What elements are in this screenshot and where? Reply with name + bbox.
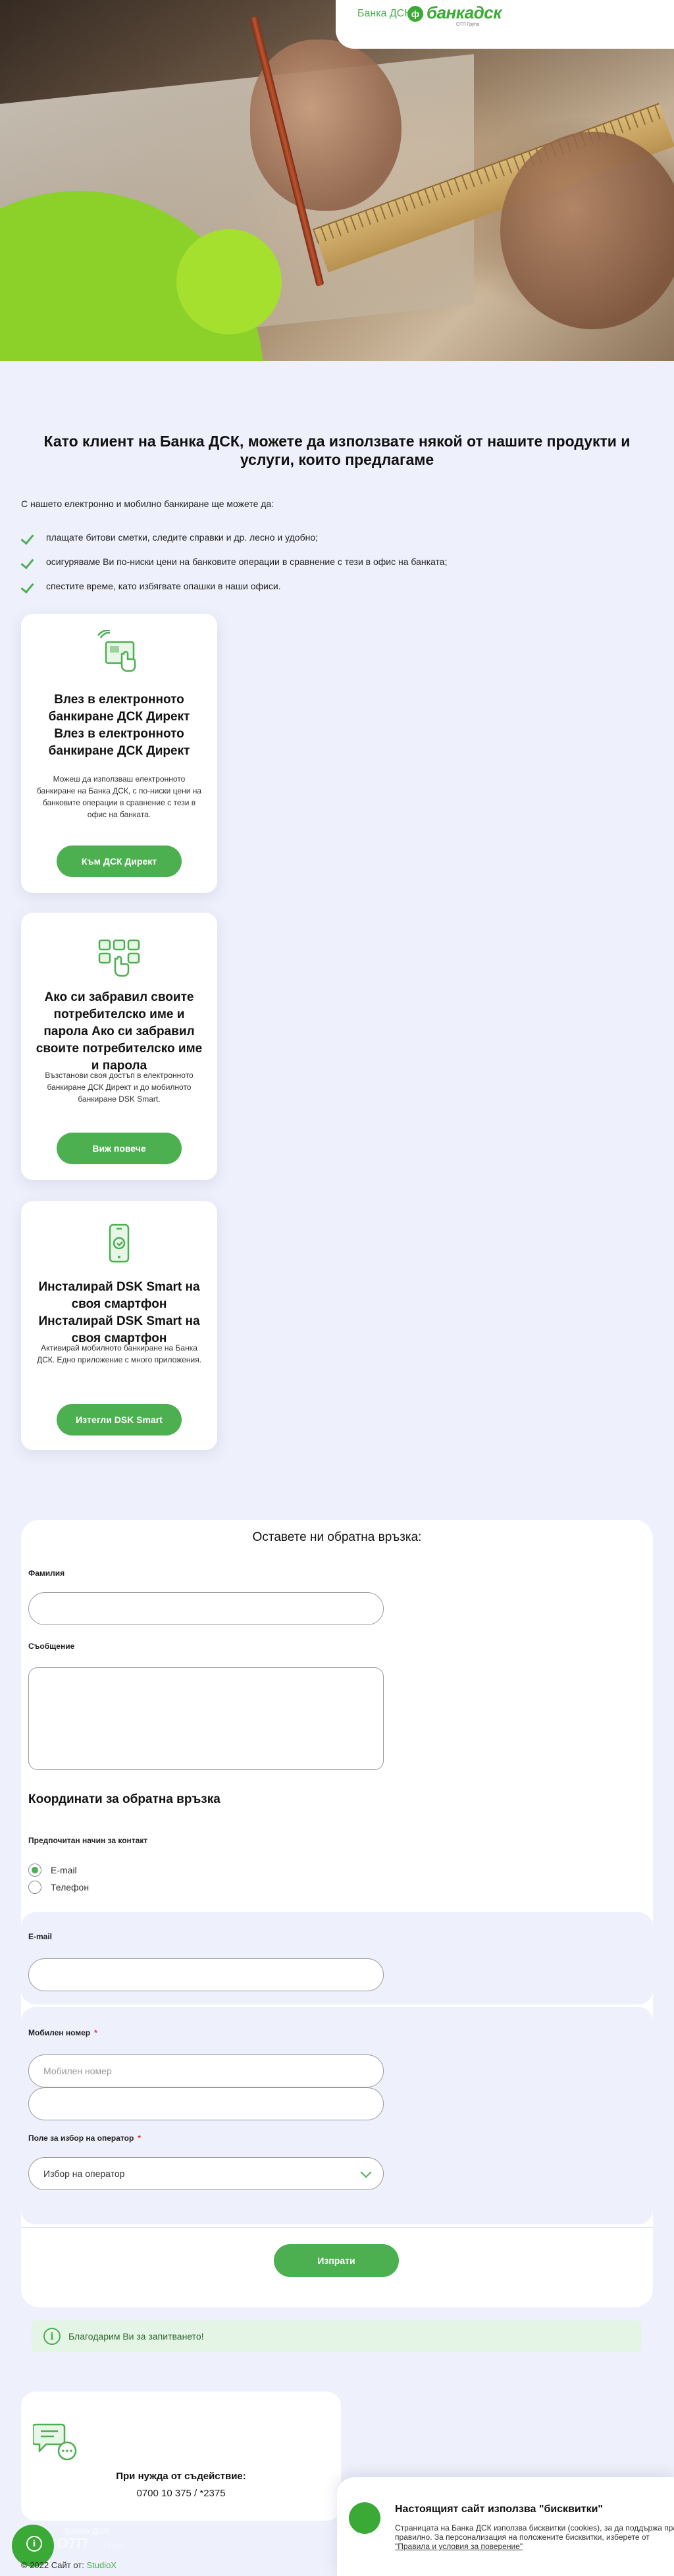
card-description: Възстанови своя достъп в електронното ба…: [45, 1071, 194, 1104]
operator-label: Поле за избор на оператор *: [28, 2133, 141, 2143]
check-icon: [21, 532, 36, 543]
radio-email[interactable]: E-mail: [28, 1864, 77, 1877]
surname-label: Фамилия: [28, 1569, 65, 1578]
info-icon[interactable]: i: [26, 2536, 42, 2552]
radio-phone[interactable]: Телефон: [28, 1881, 89, 1894]
email-label: E-mail: [28, 1932, 53, 1941]
cookie-icon: [349, 2502, 380, 2534]
help-title: При нужда от съдействие:: [116, 2471, 246, 2482]
download-dsk-smart-button[interactable]: Изтегли DSK Smart: [57, 1404, 182, 1436]
surname-field[interactable]: [28, 1592, 384, 1625]
chevron-down-icon: [360, 2166, 372, 2178]
card-dsk-direct: Влез в електронното банкиране ДСК Директ…: [21, 614, 217, 893]
benefit-text: спестите време, като избягвате опашки в …: [46, 581, 281, 591]
intro-lead: С нашето електронно и мобилно банкиране …: [21, 498, 274, 509]
radio-button-checked[interactable]: [28, 1864, 41, 1877]
radio-label: E-mail: [51, 1865, 77, 1875]
benefit-text: осигуряваме Ви по-ниски цени на банковит…: [46, 556, 448, 567]
cookie-text: Страницата на Банка ДСК използва бисквит…: [395, 2523, 674, 2551]
card-title: Влез в електронното банкиране ДСК Директ…: [48, 693, 190, 758]
intro-title: Като клиент на Банка ДСК, можете да изпо…: [43, 433, 631, 468]
email-field[interactable]: [28, 1958, 384, 1991]
check-icon: [21, 556, 36, 567]
password-keypad-icon: [98, 939, 140, 977]
benefit-item: плащате битови сметки, следите справки и…: [21, 532, 318, 543]
benefit-item: спестите време, като избягвате опашки в …: [21, 581, 281, 591]
chat-bubbles-icon: [33, 2423, 77, 2461]
cookie-policy-link[interactable]: "Правила и условия за поверение": [395, 2542, 523, 2551]
form-title: Оставете ни обратна връзка:: [252, 1530, 422, 1544]
banka-dsk-logo[interactable]: банкадск: [427, 3, 502, 23]
brand-label[interactable]: Банка ДСК: [357, 8, 411, 20]
cookie-title: Настоящият сайт използва "бисквитки": [395, 2504, 603, 2515]
help-phone[interactable]: 0700 10 375 / *2375: [21, 2488, 341, 2499]
message-label: Съобщение: [28, 1642, 75, 1651]
benefit-item: осигуряваме Ви по-ниски цени на банковит…: [21, 556, 447, 567]
logo-subtitle: ОТП Група: [456, 22, 480, 27]
mobile-number-field[interactable]: [28, 2054, 384, 2087]
footer-copyright: © 2022 Сайт от: StudioX: [21, 2560, 117, 2570]
card-dsk-smart: Инсталирай DSK Smart на своя смартфон Ин…: [21, 1201, 217, 1450]
benefit-text: плащате битови сметки, следите справки и…: [46, 532, 318, 543]
card-title: Инсталирай DSK Smart на своя смартфон Ин…: [38, 1280, 200, 1345]
hero-image: [0, 0, 674, 361]
radio-label: Телефон: [51, 1882, 90, 1892]
operator-selected-value: Избор на оператор: [43, 2168, 125, 2179]
operator-select[interactable]: Избор на оператор: [28, 2157, 384, 2190]
card-description: Можеш да използваш електронното банкиран…: [36, 774, 202, 819]
see-more-button[interactable]: Виж повече: [57, 1133, 182, 1164]
footer-logo-sub: Група: [104, 2542, 123, 2550]
decor-circle-small: [176, 229, 282, 335]
touch-screen-icon: [97, 630, 136, 672]
smartphone-icon: [109, 1223, 130, 1263]
preferred-contact-label: Предпочитан начин за контакт: [28, 1836, 148, 1845]
card-forgot-credentials: Ако си забравил своите потребителско име…: [21, 913, 217, 1180]
mobile-label: Мобилен номер *: [28, 2028, 97, 2037]
card-description: Активирай мобилното банкиране на Банка Д…: [36, 1343, 202, 1364]
message-textarea[interactable]: [28, 1667, 384, 1770]
hero-hand-right: [500, 132, 674, 329]
contacts-heading: Координати за обратна връзка: [28, 1792, 220, 1806]
footer-brand: Банка ДСК: [65, 2526, 110, 2536]
check-icon: [21, 581, 36, 591]
submit-button[interactable]: Изпрати: [274, 2244, 399, 2277]
radio-button[interactable]: [28, 1881, 41, 1894]
success-message: i Благодарим Ви за запитването!: [32, 2321, 641, 2352]
success-text: Благодарим Ви за запитването!: [68, 2331, 204, 2342]
dsk-logo-icon: ф: [407, 6, 423, 22]
to-dsk-direct-button[interactable]: Към ДСК Директ: [57, 845, 182, 877]
mobile-number-confirm-field[interactable]: [28, 2087, 384, 2120]
studio-link[interactable]: StudioX: [86, 2560, 117, 2570]
footer-logo: ОТП: [57, 2535, 88, 2552]
info-icon: i: [43, 2328, 61, 2345]
card-title: Ако си забравил своите потребителско име…: [36, 990, 203, 1073]
form-divider: [21, 2227, 653, 2228]
